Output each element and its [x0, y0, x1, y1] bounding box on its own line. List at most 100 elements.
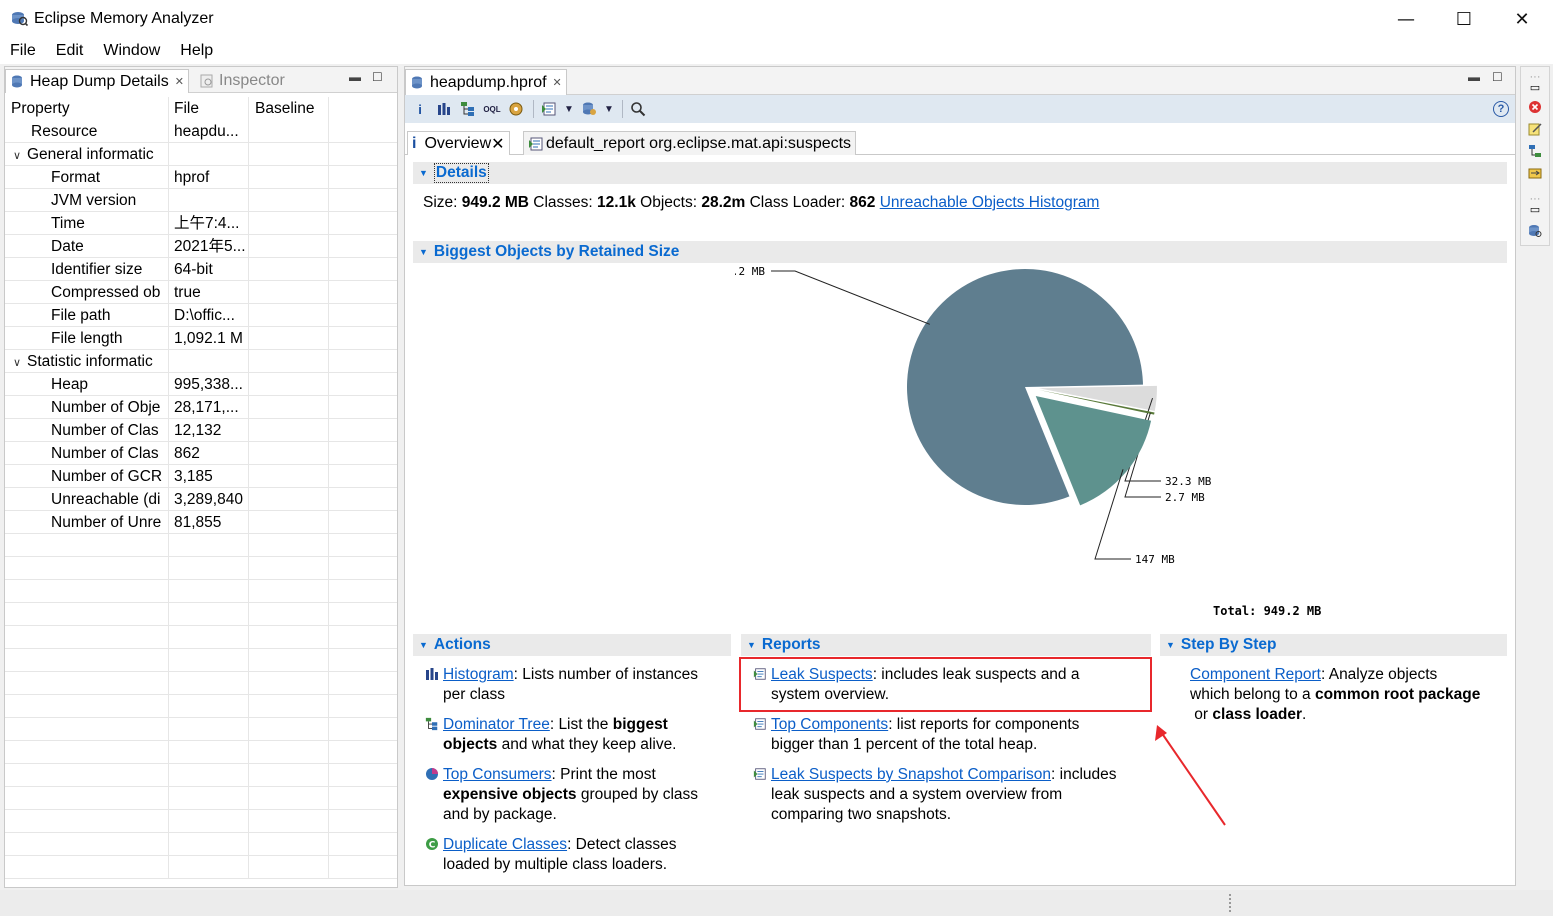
table-row[interactable]: Number of Unre 81,855: [5, 510, 397, 534]
empty-cell: [169, 671, 249, 695]
maximize-view-icon[interactable]: ☐: [372, 70, 383, 84]
minimize-button[interactable]: —: [1377, 0, 1435, 38]
table-row[interactable]: Number of Clas 12,132: [5, 418, 397, 442]
oql-icon[interactable]: OQL: [483, 100, 501, 118]
column-header-file[interactable]: File: [169, 97, 249, 120]
table-row[interactable]: Number of Obje 28,171,...: [5, 395, 397, 419]
table-row[interactable]: JVM version: [5, 188, 397, 212]
close-tab-icon[interactable]: ✕: [553, 76, 562, 89]
chevron-down-icon[interactable]: ▼: [604, 100, 614, 118]
menu-file[interactable]: File: [10, 42, 36, 60]
close-tab-icon[interactable]: ✕: [175, 75, 184, 88]
help-icon[interactable]: ?: [1493, 101, 1509, 117]
table-row[interactable]: Time 上午7:4...: [5, 211, 397, 235]
table-row[interactable]: ∨ Statistic informatic: [5, 349, 397, 373]
table-row[interactable]: Identifier size 64-bit: [5, 257, 397, 281]
table-row[interactable]: ∨ General informatic: [5, 142, 397, 166]
subtab-default-report[interactable]: default_report org.eclipse.mat.api:suspe…: [523, 131, 857, 155]
menu-help[interactable]: Help: [180, 42, 213, 60]
editor-panel: heapdump.hprof ✕ ▬ ☐ i OQL ▼ ▼ ? i Overv…: [404, 66, 1516, 886]
menu-window[interactable]: Window: [103, 42, 160, 60]
property-cell: Number of Clas: [5, 418, 169, 442]
property-cell: Number of Unre: [5, 510, 169, 534]
empty-table-row: [5, 763, 397, 787]
expand-chevron-icon[interactable]: ∨: [7, 352, 27, 373]
action-text: : Lists number of instances: [513, 666, 699, 683]
file-value-cell: [169, 188, 249, 212]
table-row[interactable]: Date 2021年5...: [5, 234, 397, 258]
column-header-property[interactable]: Property: [5, 97, 169, 120]
table-row[interactable]: Format hprof: [5, 165, 397, 189]
minimize-view-icon[interactable]: ▬: [349, 70, 361, 84]
empty-cell: [169, 579, 249, 603]
reports-section-header[interactable]: ▼ Reports: [741, 634, 1151, 656]
property-cell: Heap: [5, 372, 169, 396]
tab-heap-dump-details[interactable]: Heap Dump Details ✕: [5, 69, 189, 93]
table-row[interactable]: File length 1,092.1 M: [5, 326, 397, 350]
column-header-baseline[interactable]: Baseline: [249, 97, 329, 120]
chevron-down-icon[interactable]: ▼: [564, 100, 574, 118]
histogram-link[interactable]: Histogram: [443, 666, 514, 683]
report-leak-suspects: Leak Suspects: includes leak suspects an…: [753, 665, 1079, 705]
search-icon[interactable]: [629, 100, 647, 118]
empty-cell: [249, 855, 329, 879]
info-icon[interactable]: i: [411, 100, 429, 118]
table-row[interactable]: Heap 995,338...: [5, 372, 397, 396]
tab-label: Inspector: [219, 72, 285, 89]
pie-total-label: Total: 949.2 MB: [1213, 604, 1321, 618]
unreachable-objects-histogram-link[interactable]: Unreachable Objects Histogram: [880, 194, 1100, 211]
minimize-view-icon[interactable]: ▬: [1468, 70, 1480, 84]
tab-heapdump-hprof[interactable]: heapdump.hprof ✕: [405, 69, 567, 95]
details-section-header[interactable]: ▼ Details: [413, 162, 1507, 184]
restore-icon[interactable]: ▭: [1527, 79, 1543, 95]
actions-section-header[interactable]: ▼ Actions: [413, 634, 731, 656]
error-log-icon[interactable]: [1527, 99, 1543, 115]
property-name: Time: [51, 214, 85, 232]
menu-edit[interactable]: Edit: [56, 42, 84, 60]
action-text: and what they keep alive.: [497, 736, 677, 753]
run-report-icon[interactable]: [540, 100, 558, 118]
empty-cell: [5, 809, 169, 833]
database-icon: [412, 76, 422, 88]
expand-chevron-icon[interactable]: ∨: [7, 145, 27, 166]
property-name: Number of Obje: [51, 398, 161, 416]
table-row[interactable]: Compressed ob true: [5, 280, 397, 304]
table-row[interactable]: Resource heapdu...: [5, 119, 397, 143]
duplicate-classes-link[interactable]: Duplicate Classes: [443, 836, 567, 853]
editor-toolbar: i OQL ▼ ▼ ?: [405, 95, 1515, 123]
classes-value: 12.1k: [597, 194, 636, 211]
window-title: Eclipse Memory Analyzer: [34, 10, 214, 27]
navigation-history-icon[interactable]: [1527, 143, 1543, 159]
step-by-step-section-header[interactable]: ▼ Step By Step: [1160, 634, 1507, 656]
heap-dump-history-icon[interactable]: [1527, 223, 1543, 239]
compare-basket-icon[interactable]: [1527, 165, 1543, 181]
file-value-cell: [169, 142, 249, 166]
report-text: system overview.: [771, 686, 890, 703]
maximize-button[interactable]: ☐: [1435, 0, 1493, 38]
histogram-icon[interactable]: [435, 100, 453, 118]
component-report-link[interactable]: Component Report: [1190, 666, 1321, 683]
baseline-value-cell: [249, 326, 329, 350]
close-button[interactable]: ✕: [1493, 0, 1551, 38]
leak-suspects-link[interactable]: Leak Suspects: [771, 666, 873, 683]
dominator-tree-icon[interactable]: [459, 100, 477, 118]
subtab-overview[interactable]: i Overview ✕: [407, 131, 510, 155]
table-row[interactable]: Number of GCR 3,185: [5, 464, 397, 488]
maximize-view-icon[interactable]: ☐: [1492, 70, 1503, 84]
step-bold-text: common root package: [1314, 686, 1481, 703]
biggest-objects-section-header[interactable]: ▼ Biggest Objects by Retained Size: [413, 241, 1507, 263]
restore-icon[interactable]: ▭: [1527, 201, 1543, 217]
leak-suspects-comparison-link[interactable]: Leak Suspects by Snapshot Comparison: [771, 766, 1051, 783]
close-tab-icon[interactable]: ✕: [491, 134, 504, 154]
top-consumers-link[interactable]: Top Consumers: [443, 766, 552, 783]
dominator-tree-link[interactable]: Dominator Tree: [443, 716, 550, 733]
collapse-triangle-icon: ▼: [419, 247, 428, 257]
tab-inspector[interactable]: Inspector: [195, 69, 289, 93]
thread-overview-icon[interactable]: [507, 100, 525, 118]
table-row[interactable]: File path D:\offic...: [5, 303, 397, 327]
notes-icon[interactable]: [1527, 121, 1543, 137]
table-row[interactable]: Number of Clas 862: [5, 441, 397, 465]
table-row[interactable]: Unreachable (di 3,289,840: [5, 487, 397, 511]
query-browser-icon[interactable]: [580, 100, 598, 118]
top-components-link[interactable]: Top Components: [771, 716, 888, 733]
